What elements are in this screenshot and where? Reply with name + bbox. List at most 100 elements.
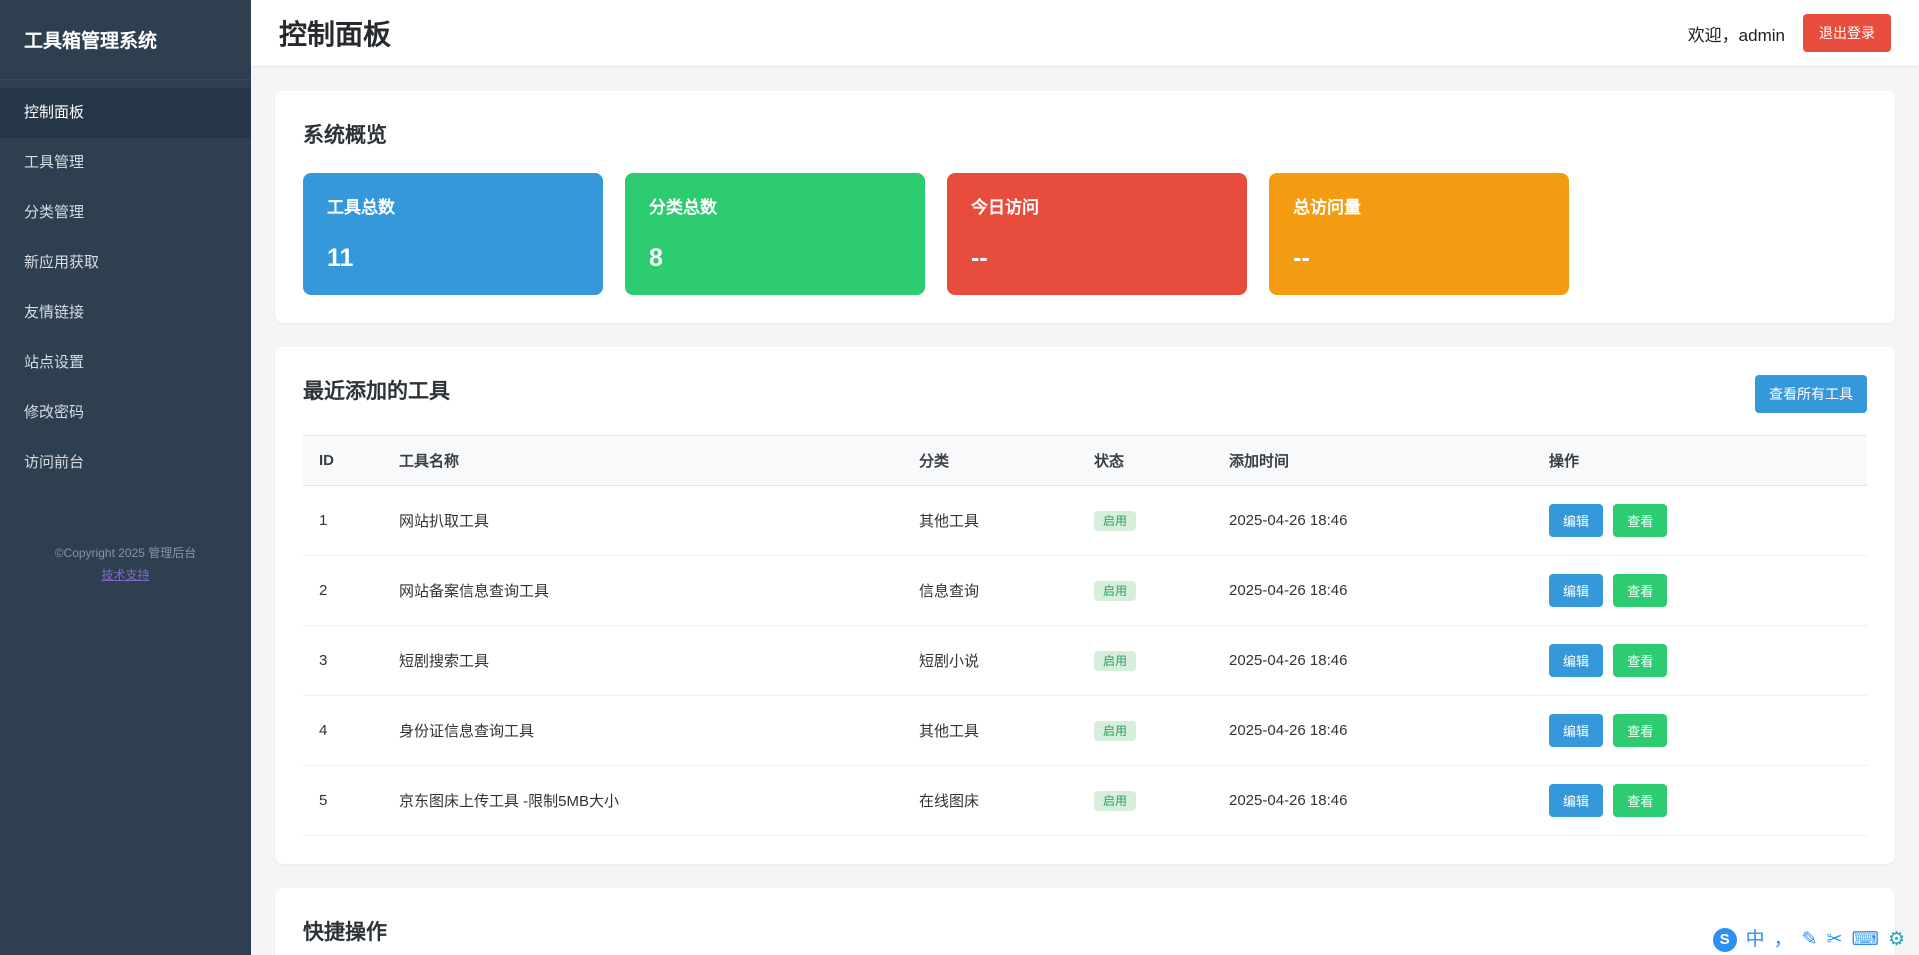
cell-category: 信息查询 <box>903 556 1078 626</box>
keyboard-icon[interactable]: ⌨ <box>1852 928 1879 952</box>
status-badge: 启用 <box>1094 581 1136 601</box>
sidebar-item[interactable]: 新应用获取 <box>0 238 251 288</box>
column-header-time: 添加时间 <box>1213 436 1533 486</box>
cell-actions: 编辑 查看 <box>1533 696 1867 766</box>
cell-actions: 编辑 查看 <box>1533 766 1867 836</box>
stat-label: 分类总数 <box>649 193 901 218</box>
copyright-text: ©Copyright 2025 管理后台 <box>0 544 251 561</box>
table-row: 3 短剧搜索工具 短剧小说 启用 2025-04-26 18:46 编辑 查看 <box>303 626 1867 696</box>
settings-gear-icon[interactable]: ⚙ <box>1888 928 1905 952</box>
quick-actions-title: 快捷操作 <box>303 916 1867 946</box>
cell-time: 2025-04-26 18:46 <box>1213 626 1533 696</box>
app-title: 工具箱管理系统 <box>0 0 251 80</box>
table-header-row: ID 工具名称 分类 状态 添加时间 操作 <box>303 436 1867 486</box>
stat-value: 11 <box>327 244 579 273</box>
status-badge: 启用 <box>1094 651 1136 671</box>
column-header-name: 工具名称 <box>383 436 903 486</box>
sidebar-menu: 控制面板 工具管理 分类管理 新应用获取 友情链接 站点设置 修改密码 访问前台 <box>0 80 251 488</box>
cell-status: 启用 <box>1078 626 1213 696</box>
cell-actions: 编辑 查看 <box>1533 626 1867 696</box>
stat-card: 总访问量 -- <box>1269 173 1569 295</box>
cell-actions: 编辑 查看 <box>1533 556 1867 626</box>
pen-icon[interactable]: ✎ <box>1802 928 1818 952</box>
table-row: 2 网站备案信息查询工具 信息查询 启用 2025-04-26 18:46 编辑… <box>303 556 1867 626</box>
welcome-text: 欢迎，admin <box>1688 21 1785 46</box>
edit-button[interactable]: 编辑 <box>1549 714 1603 747</box>
sidebar-footer: ©Copyright 2025 管理后台 技术支持 <box>0 544 251 583</box>
view-all-tools-button[interactable]: 查看所有工具 <box>1755 375 1867 413</box>
sidebar: 工具箱管理系统 控制面板 工具管理 分类管理 新应用获取 友情链接 站点设置 修… <box>0 0 251 955</box>
stat-card: 工具总数 11 <box>303 173 603 295</box>
cell-name: 京东图床上传工具 -限制5MB大小 <box>383 766 903 836</box>
edit-button[interactable]: 编辑 <box>1549 504 1603 537</box>
cell-id: 3 <box>303 626 383 696</box>
cell-name: 短剧搜索工具 <box>383 626 903 696</box>
stat-value: 8 <box>649 244 901 273</box>
cell-id: 1 <box>303 486 383 556</box>
page-title: 控制面板 <box>279 13 391 53</box>
table-row: 5 京东图床上传工具 -限制5MB大小 在线图床 启用 2025-04-26 1… <box>303 766 1867 836</box>
sidebar-item[interactable]: 分类管理 <box>0 188 251 238</box>
edit-button[interactable]: 编辑 <box>1549 574 1603 607</box>
chinese-mode-icon[interactable]: 中 <box>1746 928 1765 952</box>
cell-status: 启用 <box>1078 486 1213 556</box>
column-header-actions: 操作 <box>1533 436 1867 486</box>
recent-tools-card: 最近添加的工具 查看所有工具 ID 工具名称 分类 状态 添加时间 操作 <box>275 347 1895 864</box>
recent-tools-head: 最近添加的工具 查看所有工具 <box>303 375 1867 413</box>
cell-status: 启用 <box>1078 556 1213 626</box>
table-row: 1 网站扒取工具 其他工具 启用 2025-04-26 18:46 编辑 查看 <box>303 486 1867 556</box>
column-header-id: ID <box>303 436 383 486</box>
cell-name: 网站扒取工具 <box>383 486 903 556</box>
scissors-icon[interactable]: ✂ <box>1827 928 1843 952</box>
column-header-status: 状态 <box>1078 436 1213 486</box>
overview-card: 系统概览 工具总数 11 分类总数 8 今日访问 -- <box>275 91 1895 323</box>
stat-value: -- <box>971 244 1223 273</box>
recent-tools-table: ID 工具名称 分类 状态 添加时间 操作 1 网站扒取工具 其他工具 <box>303 435 1867 836</box>
ime-toolbar: S 中 ， ✎ ✂ ⌨ ⚙ <box>1713 928 1905 952</box>
cell-name: 网站备案信息查询工具 <box>383 556 903 626</box>
status-badge: 启用 <box>1094 721 1136 741</box>
sidebar-item[interactable]: 站点设置 <box>0 338 251 388</box>
view-button[interactable]: 查看 <box>1613 504 1667 537</box>
cell-time: 2025-04-26 18:46 <box>1213 696 1533 766</box>
header-right: 欢迎，admin 退出登录 <box>1688 14 1891 52</box>
cell-status: 启用 <box>1078 766 1213 836</box>
view-button[interactable]: 查看 <box>1613 644 1667 677</box>
status-badge: 启用 <box>1094 791 1136 811</box>
cell-id: 2 <box>303 556 383 626</box>
content-area: 系统概览 工具总数 11 分类总数 8 今日访问 -- <box>251 67 1919 955</box>
recent-tools-title: 最近添加的工具 <box>303 375 450 405</box>
sidebar-item[interactable]: 访问前台 <box>0 438 251 488</box>
cell-name: 身份证信息查询工具 <box>383 696 903 766</box>
stat-card: 分类总数 8 <box>625 173 925 295</box>
cell-actions: 编辑 查看 <box>1533 486 1867 556</box>
quick-actions-card: 快捷操作 <box>275 888 1895 955</box>
edit-button[interactable]: 编辑 <box>1549 644 1603 677</box>
cell-id: 4 <box>303 696 383 766</box>
cell-category: 其他工具 <box>903 486 1078 556</box>
status-badge: 启用 <box>1094 511 1136 531</box>
view-button[interactable]: 查看 <box>1613 574 1667 607</box>
cell-time: 2025-04-26 18:46 <box>1213 556 1533 626</box>
view-button[interactable]: 查看 <box>1613 784 1667 817</box>
stat-card: 今日访问 -- <box>947 173 1247 295</box>
punctuation-icon[interactable]: ， <box>1774 928 1793 952</box>
footer-link[interactable]: 技术支持 <box>101 566 149 583</box>
cell-time: 2025-04-26 18:46 <box>1213 766 1533 836</box>
stat-value: -- <box>1293 244 1545 273</box>
sidebar-item[interactable]: 工具管理 <box>0 138 251 188</box>
view-button[interactable]: 查看 <box>1613 714 1667 747</box>
sidebar-item[interactable]: 友情链接 <box>0 288 251 338</box>
table-row: 4 身份证信息查询工具 其他工具 启用 2025-04-26 18:46 编辑 … <box>303 696 1867 766</box>
main-area: 控制面板 欢迎，admin 退出登录 系统概览 工具总数 11 分类总数 8 <box>251 0 1919 955</box>
stat-label: 总访问量 <box>1293 193 1545 218</box>
stat-label: 工具总数 <box>327 193 579 218</box>
column-header-category: 分类 <box>903 436 1078 486</box>
top-header: 控制面板 欢迎，admin 退出登录 <box>251 0 1919 67</box>
logout-button[interactable]: 退出登录 <box>1803 14 1891 52</box>
sidebar-item[interactable]: 控制面板 <box>0 88 251 138</box>
sidebar-item[interactable]: 修改密码 <box>0 388 251 438</box>
edit-button[interactable]: 编辑 <box>1549 784 1603 817</box>
cell-time: 2025-04-26 18:46 <box>1213 486 1533 556</box>
sogou-logo-icon[interactable]: S <box>1713 928 1737 952</box>
